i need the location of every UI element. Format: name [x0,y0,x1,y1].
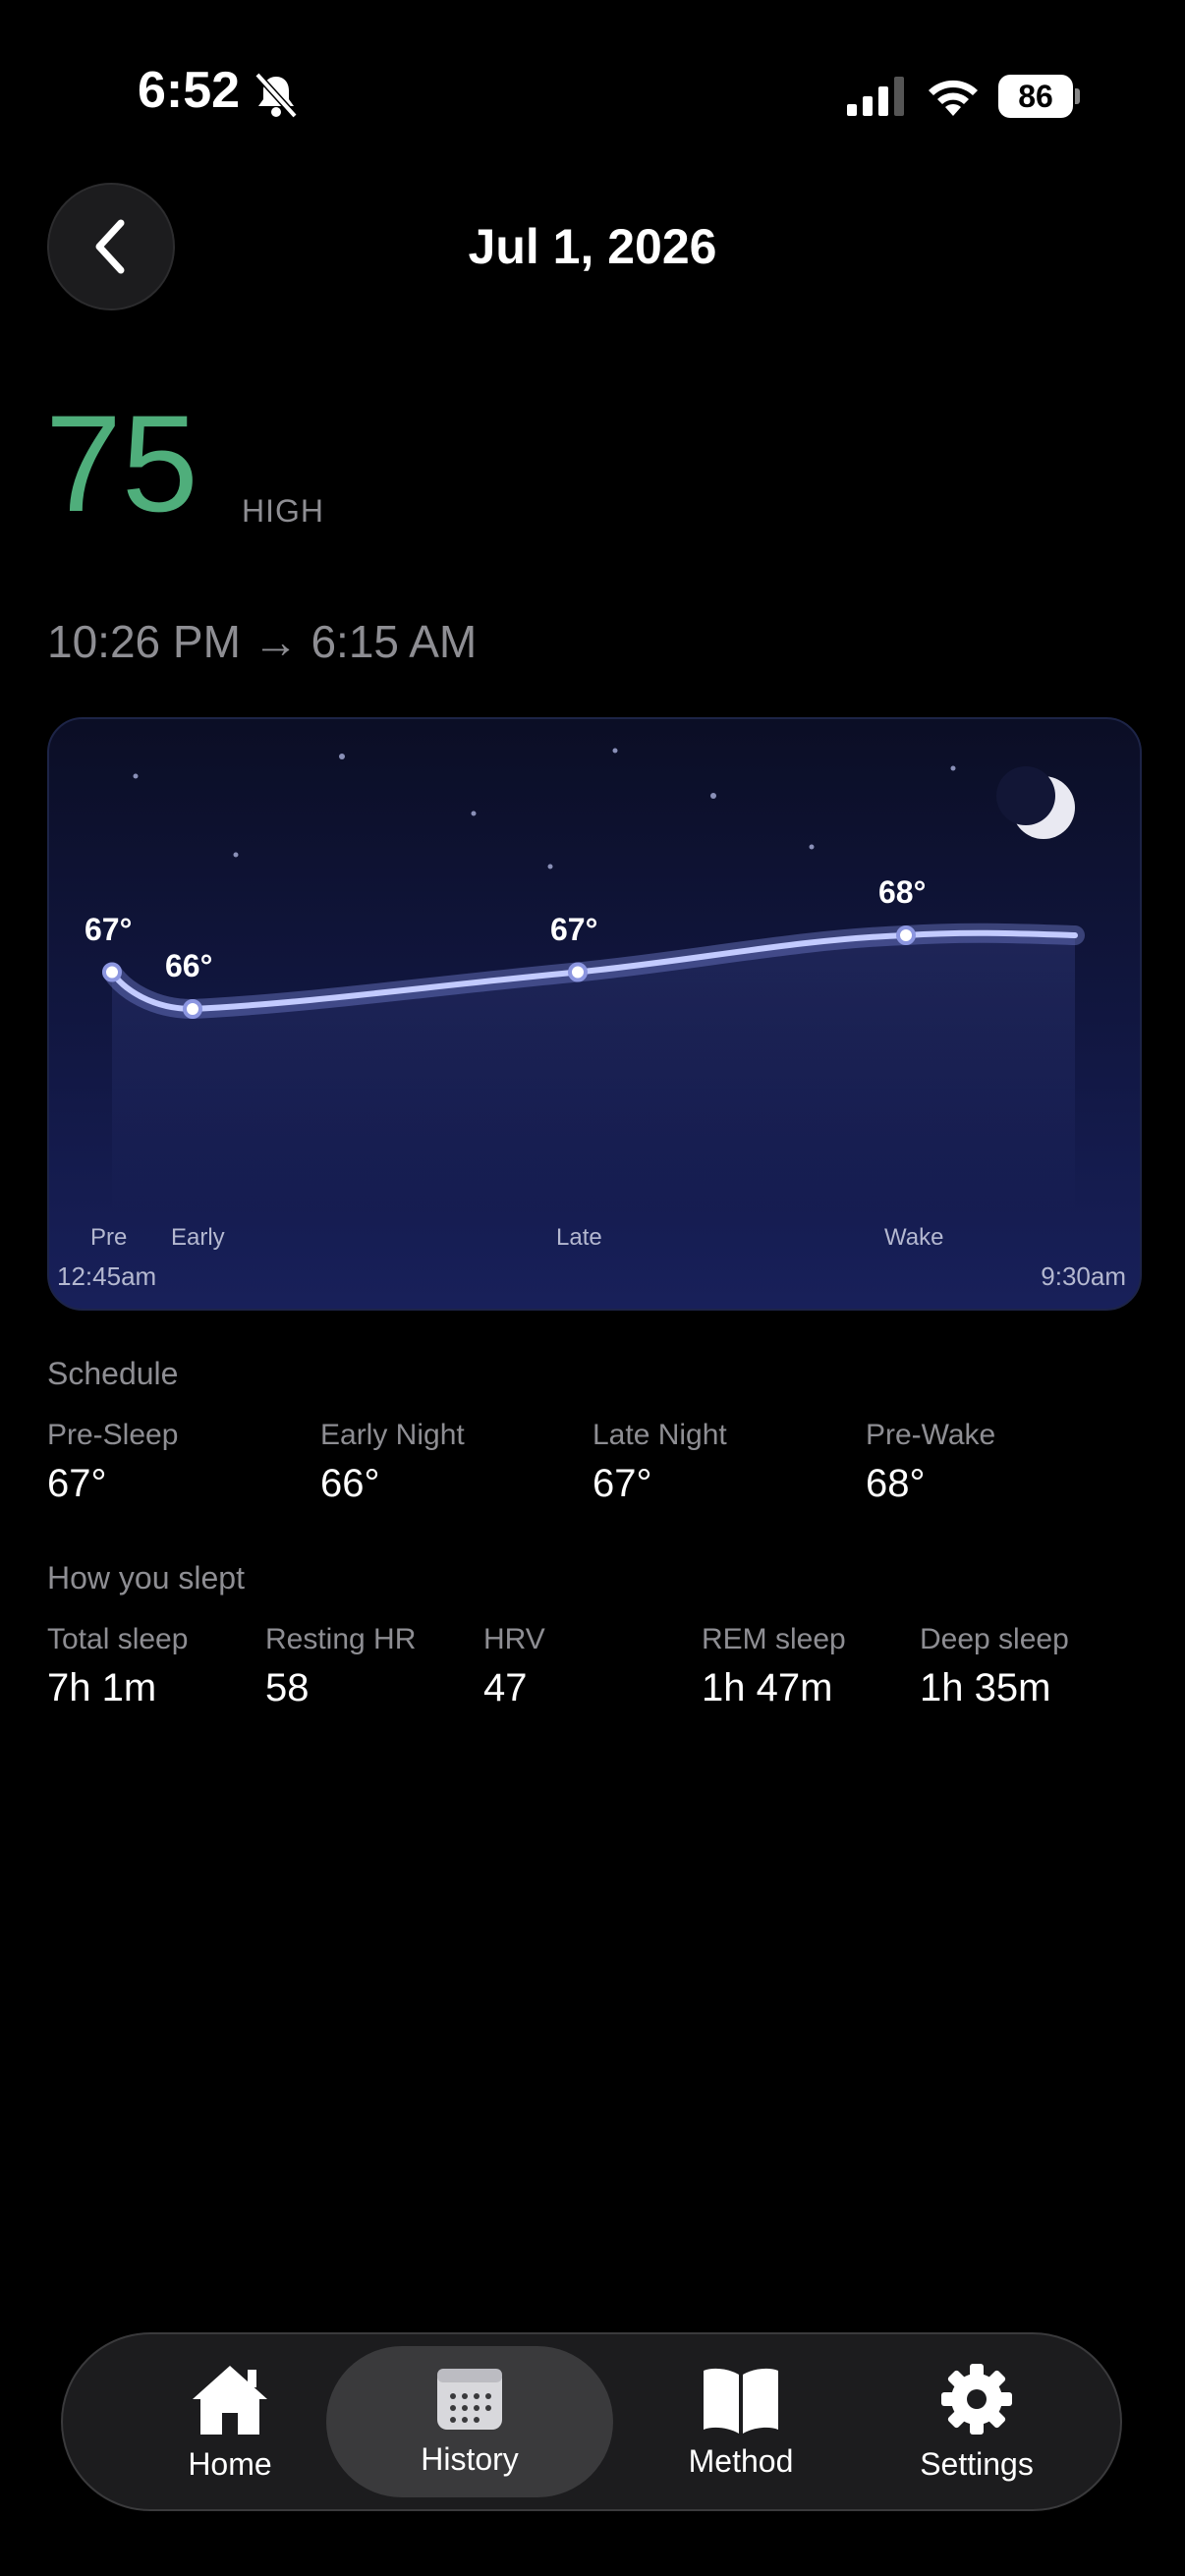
tab-home[interactable]: Home [132,2334,328,2509]
chart-x-label: Early [171,1224,225,1251]
chart-point [102,962,122,982]
sleep-stat: Resting HR 58 [265,1623,416,1710]
schedule-item: Pre-Wake 68° [866,1419,995,1506]
schedule-value: 67° [592,1462,652,1505]
schedule-item: Pre-Sleep 67° [47,1419,178,1506]
sleep-stat-value: 1h 35m [920,1666,1051,1709]
wifi-icon [929,80,978,116]
page-title: Jul 1, 2026 [468,219,717,274]
chart-point-label: 66° [165,948,213,983]
sleep-stat-label: Resting HR [265,1623,417,1655]
schedule-label: Early Night [320,1419,465,1451]
schedule-value: 67° [47,1462,107,1505]
tab-settings[interactable]: Settings [878,2334,1075,2509]
tab-method[interactable]: Method [643,2334,839,2509]
chart-point [896,925,916,945]
schedule-value: 68° [866,1462,926,1505]
status-time: 6:52 [138,62,241,119]
sleep-stat: HRV 47 [483,1623,545,1710]
schedule-item: Early Night 66° [320,1419,465,1506]
battery-tip [1075,88,1080,104]
gear-icon [941,2363,1012,2435]
chart-point-label: 67° [85,911,133,947]
schedule-label: Pre-Wake [866,1419,996,1451]
battery-level: 86 [998,75,1073,118]
schedule-value: 66° [320,1462,380,1505]
sleep-stat: REM sleep 1h 47m [702,1623,846,1710]
tab-label: Home [188,2445,272,2482]
chart-point-label: 67° [550,911,598,947]
chart-point [183,999,202,1019]
sleep-stat-label: REM sleep [702,1623,846,1655]
sleep-stat-value: 58 [265,1666,310,1709]
sleep-summary-title: How you slept [47,1560,245,1596]
chart-x-label: Late [556,1224,602,1251]
chart-end-time: 9:30am [1041,1261,1126,1291]
tab-label: Method [688,2442,794,2479]
sleep-stat-value: 1h 47m [702,1666,833,1709]
schedule-item: Late Night 67° [592,1419,727,1506]
schedule-label: Late Night [592,1419,727,1451]
bell-muted-icon [254,72,298,119]
stars [133,748,956,869]
sleep-stat-label: Total sleep [47,1623,189,1655]
sleep-stat-label: HRV [483,1623,545,1655]
cellular-signal-icon [847,77,904,116]
sleep-stat-value: 47 [483,1666,528,1709]
chart-x-label: Wake [884,1224,944,1251]
sleep-score-value: 75 [45,386,198,540]
chart-canvas [102,748,1085,1210]
tab-label: Settings [920,2445,1034,2482]
sleep-time-range: 10:26 PM → 6:15 AM [47,616,478,667]
chart-x-label: Pre [90,1224,128,1251]
calendar-icon [437,2368,502,2430]
chart-point [568,962,588,982]
book-icon [704,2368,778,2434]
moon-icon [996,766,1075,839]
tab-history[interactable]: History [326,2346,613,2497]
sleep-stat-label: Deep sleep [920,1623,1069,1655]
battery-indicator: 86 [998,75,1081,118]
temperature-chart: 67° Pre 66° Early 67° Late 68° Wake 12:45am 9:3… [47,717,1142,1311]
sleep-stat-value: 7h 1m [47,1666,157,1709]
tab-label: History [421,2440,519,2477]
chart-start-time: 12:45am [57,1261,157,1291]
sleep-stat: Deep sleep 1h 35m [920,1623,1069,1710]
chart-point-label: 68° [878,874,927,910]
schedule-label: Pre-Sleep [47,1419,179,1451]
schedule-title: Schedule [47,1356,179,1391]
tab-bar: Home History Method Settings [61,2332,1122,2511]
sleep-score-level: HIGH [242,493,324,529]
sleep-stat: Total sleep 7h 1m [47,1623,188,1710]
home-icon [193,2365,267,2435]
